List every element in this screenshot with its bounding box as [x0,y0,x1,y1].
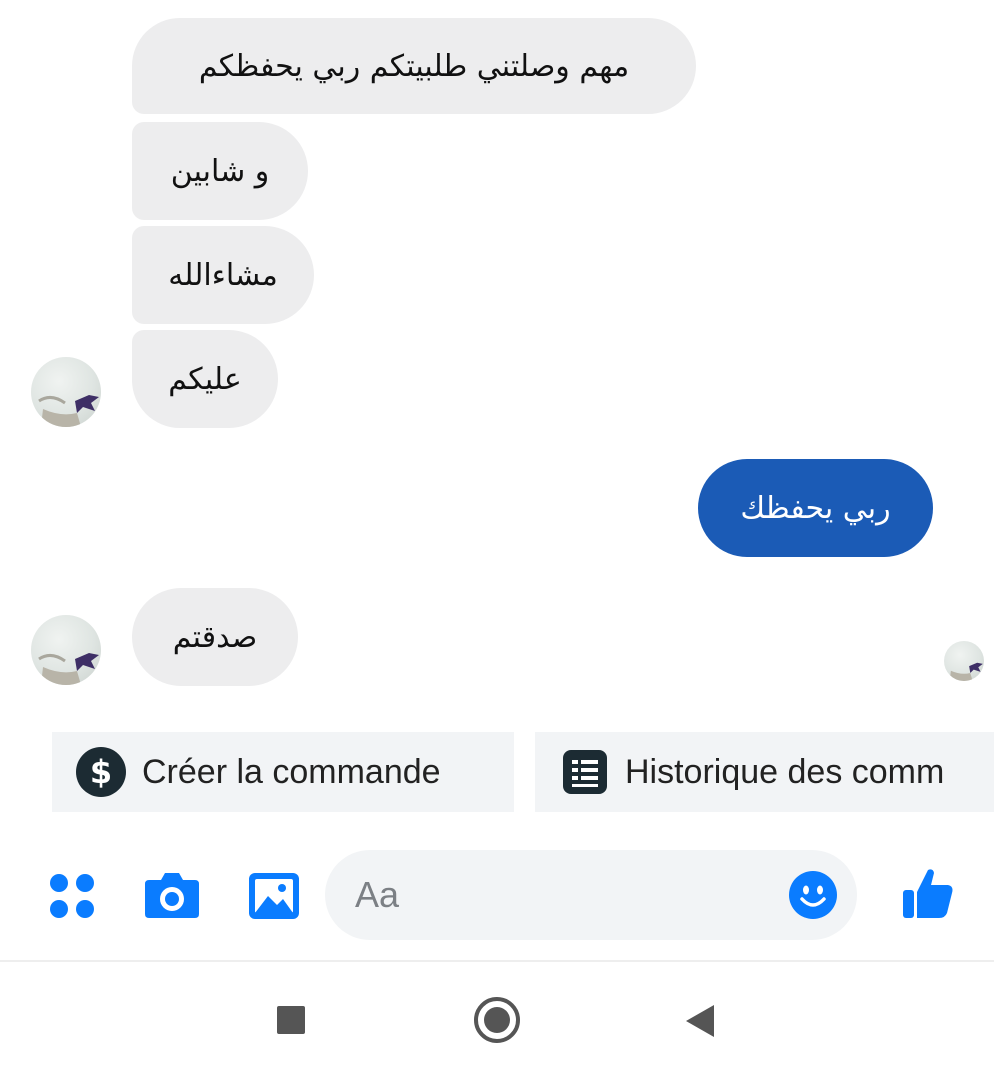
create-order-button[interactable]: $ Créer la commande [52,732,514,812]
message-text: مشاءالله [168,257,278,293]
emoji-icon[interactable] [789,871,837,919]
message-text: ربي يحفظك [740,490,891,526]
sender-avatar[interactable] [31,615,101,685]
svg-text:$: $ [90,753,112,791]
divider [0,960,994,962]
incoming-message[interactable]: مشاءالله [132,226,314,324]
avatar-image [949,662,983,681]
message-text: عليكم [168,361,242,397]
read-receipt-avatar [944,641,984,681]
image-icon[interactable] [248,872,300,920]
camera-icon[interactable] [143,870,201,920]
incoming-message[interactable]: عليكم [132,330,278,428]
dollar-circle-icon: $ [76,747,126,797]
avatar-image [38,395,99,427]
message-input[interactable]: Aa [325,850,857,940]
message-input-placeholder: Aa [355,874,400,915]
sender-avatar[interactable] [31,357,101,427]
outgoing-message[interactable]: ربي يحفظك [698,459,933,557]
recents-square-icon[interactable] [276,1005,306,1035]
message-text: و شابين [170,153,270,189]
message-text: مهم وصلتني طلبيتكم ربي يحفظكم [198,48,630,84]
order-history-button[interactable]: Historique des comm [535,732,994,812]
apps-icon[interactable] [48,872,96,920]
avatar-image [38,653,99,685]
receipt-icon [561,748,609,796]
message-text: صدقتم [172,619,258,655]
incoming-message[interactable]: صدقتم [132,588,298,686]
back-triangle-icon[interactable] [684,1004,716,1038]
home-circle-icon[interactable] [473,996,521,1044]
incoming-message[interactable]: و شابين [132,122,308,220]
incoming-message[interactable]: مهم وصلتني طلبيتكم ربي يحفظكم [132,18,696,114]
chip-label: Créer la commande [142,752,441,791]
thumbs-up-icon[interactable] [901,866,955,920]
chip-label: Historique des comm [625,752,945,791]
